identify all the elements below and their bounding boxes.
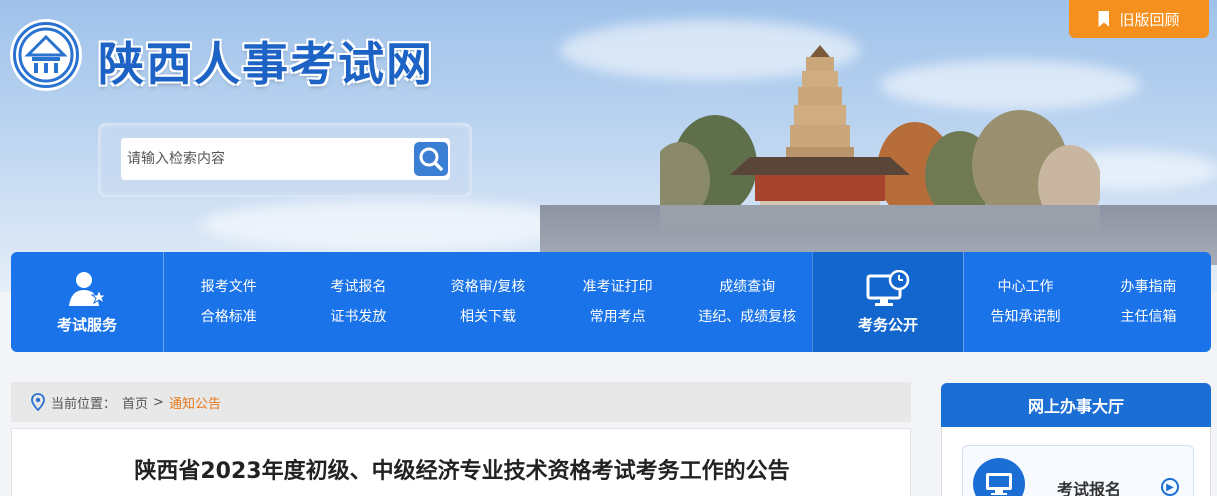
arrow-right-circle-icon[interactable]: ▶	[1161, 478, 1179, 496]
nav-link-commitment-system[interactable]: 告知承诺制	[964, 302, 1087, 332]
online-service-hall-panel: 考试报名 ▶	[941, 427, 1211, 496]
breadcrumb-current[interactable]: 通知公告	[169, 393, 221, 412]
old-version-button[interactable]: 旧版回顾	[1069, 0, 1209, 38]
nav-link-violation-review[interactable]: 违纪、成绩复核	[682, 302, 812, 332]
nav-link-admission-ticket[interactable]: 准考证打印	[553, 272, 683, 302]
nav-link-center-work[interactable]: 中心工作	[964, 272, 1087, 302]
search-button[interactable]	[413, 141, 449, 177]
nav-category-exam-services[interactable]: 考试服务	[11, 252, 164, 352]
big-wild-goose-pagoda-scenery	[660, 45, 1100, 230]
nav-link-service-guide[interactable]: 办事指南	[1087, 272, 1210, 302]
nav-category-exam-affairs[interactable]: 考务公开	[812, 252, 964, 352]
old-version-label: 旧版回顾	[1119, 10, 1180, 29]
nav-link-certificate-issue[interactable]: 证书发放	[294, 302, 424, 332]
monitor-clock-icon	[866, 269, 910, 306]
site-logo-emblem[interactable]	[13, 22, 79, 88]
bookmark-icon	[1098, 11, 1110, 27]
exam-registration-card[interactable]: 考试报名 ▶	[962, 445, 1194, 496]
nav-link-score-query[interactable]: 成绩查询	[682, 272, 812, 302]
nav-link-downloads[interactable]: 相关下载	[423, 302, 553, 332]
breadcrumb: 当前位置： 首页 > 通知公告	[11, 382, 911, 422]
exam-services-links: 报考文件 考试报名 资格审/复核 准考证打印 成绩查询 合格标准 证书发放 相关…	[164, 252, 812, 352]
computer-icon	[973, 458, 1025, 496]
online-service-hall-header: 网上办事大厅	[941, 383, 1211, 427]
nav-category-label: 考务公开	[857, 315, 918, 334]
breadcrumb-prefix: 当前位置：	[51, 396, 117, 412]
nav-link-exam-documents[interactable]: 报考文件	[164, 272, 294, 302]
exam-affairs-links: 中心工作 办事指南 告知承诺制 主任信箱	[964, 252, 1210, 352]
search-box	[98, 123, 472, 197]
header-banner: 陕西人事考试网	[0, 0, 1217, 292]
nav-link-exam-sites[interactable]: 常用考点	[553, 302, 683, 332]
nav-link-pass-standard[interactable]: 合格标准	[164, 302, 294, 332]
nav-link-exam-registration[interactable]: 考试报名	[294, 272, 424, 302]
exam-registration-label: 考试报名	[1057, 480, 1122, 496]
article-panel: 陕西省2023年度初级、中级经济专业技术资格考试考务工作的公告	[11, 428, 911, 496]
search-icon	[419, 147, 443, 171]
location-pin-icon	[31, 393, 45, 411]
breadcrumb-home-link[interactable]: 首页	[122, 393, 148, 412]
gate-emblem-icon	[18, 27, 74, 83]
site-title[interactable]: 陕西人事考试网	[98, 28, 434, 94]
breadcrumb-separator: >	[153, 394, 164, 410]
nav-link-qualification-review[interactable]: 资格审/复核	[423, 272, 553, 302]
nav-category-label: 考试服务	[56, 315, 117, 334]
article-title: 陕西省2023年度初级、中级经济专业技术资格考试考务工作的公告	[134, 459, 790, 484]
search-input[interactable]	[121, 138, 450, 180]
user-star-icon	[69, 271, 107, 306]
main-nav: 考试服务 报考文件 考试报名 资格审/复核 准考证打印 成绩查询 合格标准 证书…	[11, 252, 1211, 352]
nav-link-director-mailbox[interactable]: 主任信箱	[1087, 302, 1210, 332]
